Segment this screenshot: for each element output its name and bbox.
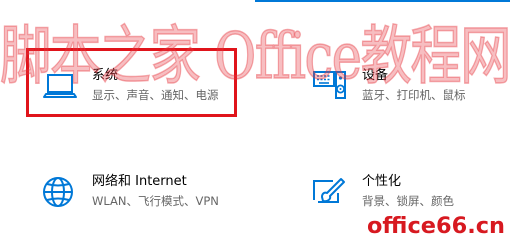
svg-text:office66.cn: office66.cn [367, 214, 505, 239]
highlight-box [26, 48, 237, 117]
header-accent-line [255, 0, 510, 2]
tile-network[interactable]: 网络和 Internet WLAN、飞行模式、VPN [42, 174, 252, 212]
tile-personalization[interactable]: 个性化 背景、锁屏、颜色 [312, 174, 502, 212]
keyboard-speaker-icon [313, 71, 346, 99]
tile-devices-description: 蓝牙、打印机、鼠标 [362, 88, 466, 102]
tile-personalization-title: 个性化 [362, 174, 402, 189]
globe-icon [43, 177, 73, 207]
tile-network-title: 网络和 Internet [92, 174, 187, 189]
tile-devices-title: 设备 [362, 68, 389, 83]
tile-devices[interactable]: 设备 蓝牙、打印机、鼠标 [312, 68, 502, 106]
paint-brush-icon [313, 178, 345, 203]
tile-network-description: WLAN、飞行模式、VPN [92, 194, 219, 208]
tile-personalization-description: 背景、锁屏、颜色 [362, 194, 454, 208]
